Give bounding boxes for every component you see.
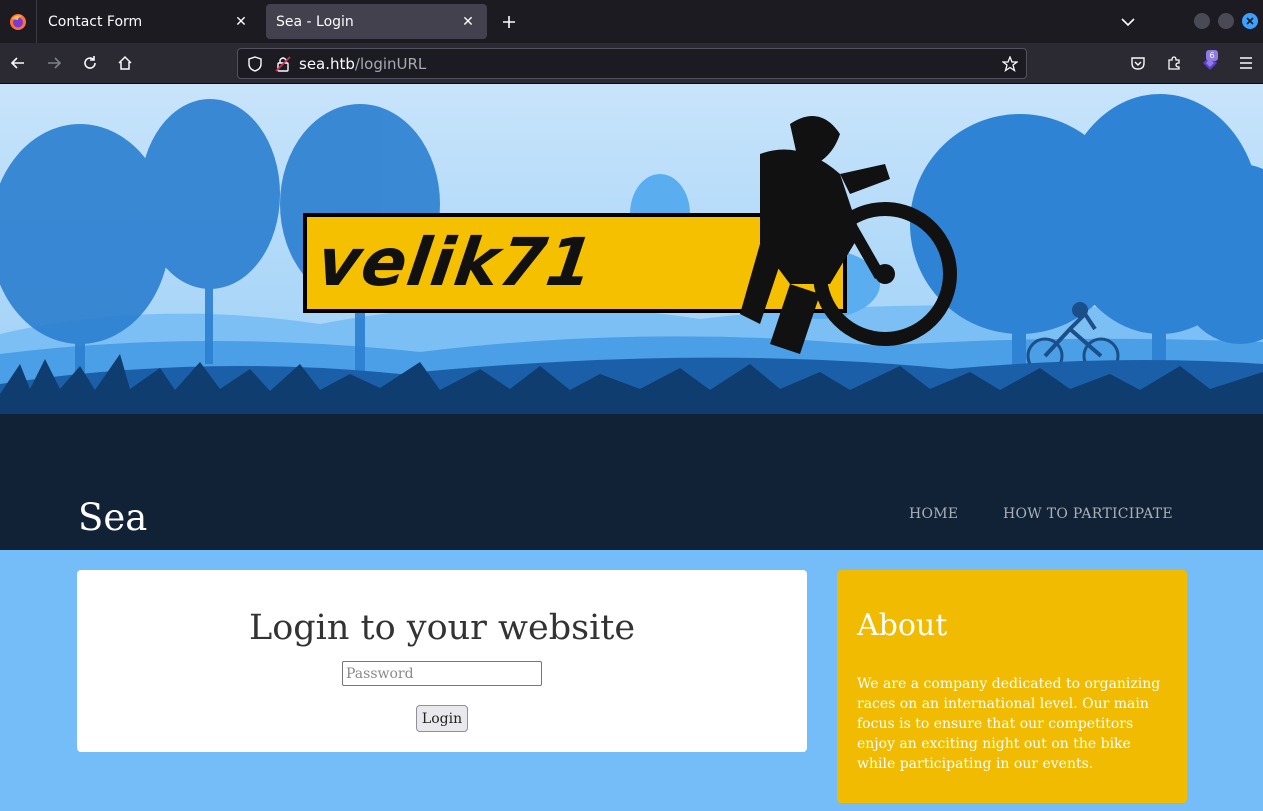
shield-icon[interactable] [247,56,263,72]
about-panel: About We are a company dedicated to orga… [837,570,1187,803]
login-panel: Login to your website Login [77,570,807,752]
puzzle-icon [1168,56,1180,70]
close-window-button[interactable] [1242,13,1258,29]
about-heading: About [857,608,948,643]
browser-toolbar: sea.htb/loginURL [0,43,1263,84]
pocket-button[interactable] [1126,51,1150,75]
nav-link-how-to-participate[interactable]: HOW TO PARTICIPATE [1003,506,1173,522]
insecure-lock-icon[interactable] [275,56,291,72]
nav-link-home[interactable]: HOME [909,506,958,522]
tab-sea-login[interactable]: Sea - Login ✕ [266,4,487,39]
close-icon[interactable]: ✕ [232,13,250,31]
forest-scene-illustration [0,84,1263,550]
address-bar[interactable]: sea.htb/loginURL [237,48,1027,79]
extension-badge: 6 [1206,50,1218,61]
hamburger-menu-icon [1240,57,1252,69]
reload-button[interactable] [78,51,102,75]
arrow-right-icon [48,57,62,69]
minimize-button[interactable] [1194,13,1210,29]
tab-contact-form[interactable]: Contact Form ✕ [38,4,260,39]
url-path: /loginURL [354,55,427,73]
pocket-icon [1131,57,1145,70]
browser-tab-bar: Contact Form ✕ Sea - Login ✕ [0,0,1263,43]
bookmark-star-icon[interactable] [1002,56,1018,72]
login-button[interactable]: Login [416,705,468,732]
extensions-button[interactable] [1162,51,1186,75]
app-menu-button[interactable] [1234,51,1258,75]
firefox-icon [10,13,26,30]
site-title[interactable]: Sea [78,496,147,539]
plus-icon [503,16,515,28]
new-tab-button[interactable] [497,10,521,34]
home-button[interactable] [113,51,137,75]
password-input[interactable] [342,661,542,686]
firefox-menu[interactable] [0,0,37,43]
back-button[interactable] [6,51,30,75]
chevron-down-icon [1121,18,1135,27]
close-icon[interactable]: ✕ [459,13,477,31]
maximize-button[interactable] [1218,13,1234,29]
login-heading: Login to your website [248,608,636,648]
about-text: We are a company dedicated to organizing… [857,676,1161,772]
url-domain: sea.htb [299,55,355,73]
logo-text: velik71 [312,224,600,301]
list-all-tabs-button[interactable] [1116,10,1140,34]
forward-button[interactable] [42,51,66,75]
hero-banner: velik71 [0,84,1263,550]
close-icon [1246,17,1254,25]
tab-title: Contact Form [48,13,143,30]
home-icon [118,55,132,70]
arrow-left-icon [10,57,24,69]
url-text[interactable]: sea.htb/loginURL [299,55,426,73]
tab-title: Sea - Login [276,13,354,30]
reload-icon [84,56,96,69]
